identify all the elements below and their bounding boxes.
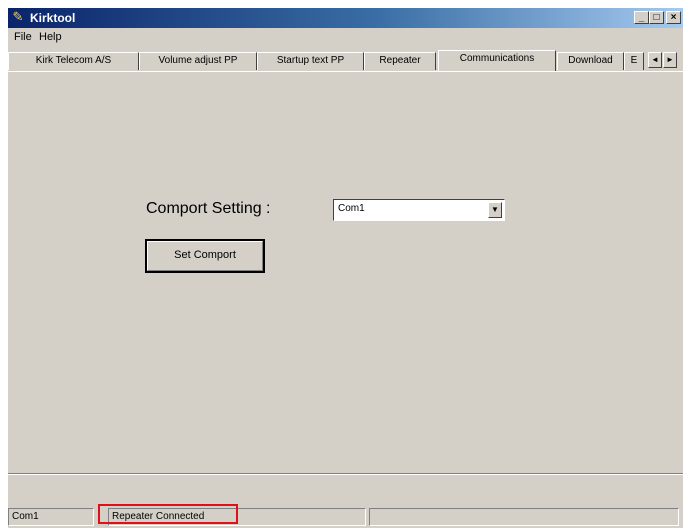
menu-help[interactable]: Help (39, 31, 62, 43)
status-port: Com1 (8, 508, 94, 526)
set-comport-label: Set Comport (147, 241, 263, 271)
tab-strip: Kirk Telecom A/S Volume adjust PP Startu… (8, 50, 683, 72)
tab-divider (8, 71, 683, 72)
tab-repeater[interactable]: Repeater (364, 52, 436, 70)
status-extra (369, 508, 679, 526)
comport-setting-label: Comport Setting : (146, 200, 271, 217)
tab-kirk-telecom[interactable]: Kirk Telecom A/S (8, 52, 139, 70)
tab-volume-adjust[interactable]: Volume adjust PP (139, 52, 257, 70)
application-window: ✎ Kirktool _ □ × File Help Kirk Telecom … (8, 8, 683, 528)
menu-file[interactable]: File (14, 31, 32, 43)
tab-download[interactable]: Download (557, 52, 624, 70)
window-title: Kirktool (30, 11, 76, 25)
set-comport-button[interactable]: Set Comport (145, 239, 265, 273)
close-button[interactable]: × (666, 11, 681, 24)
tab-scroll-left-icon[interactable]: ◄ (648, 52, 662, 68)
tab-communications[interactable]: Communications (438, 50, 556, 72)
menu-bar: File Help (8, 28, 683, 48)
tab-scroll-right-icon[interactable]: ► (663, 52, 677, 68)
minimize-button[interactable]: _ (634, 11, 649, 24)
status-highlight-box (98, 504, 238, 524)
tab-overflow[interactable]: E (624, 52, 644, 70)
tab-startup-text[interactable]: Startup text PP (257, 52, 364, 70)
comport-select-value: Com1 (338, 203, 365, 214)
maximize-button[interactable]: □ (649, 11, 664, 24)
status-separator (8, 473, 683, 475)
title-bar[interactable]: ✎ Kirktool _ □ × (8, 8, 683, 28)
dropdown-arrow-icon[interactable]: ▼ (488, 202, 502, 218)
wrench-icon: ✎ (12, 9, 24, 24)
comport-select[interactable]: Com1 ▼ (333, 199, 505, 221)
